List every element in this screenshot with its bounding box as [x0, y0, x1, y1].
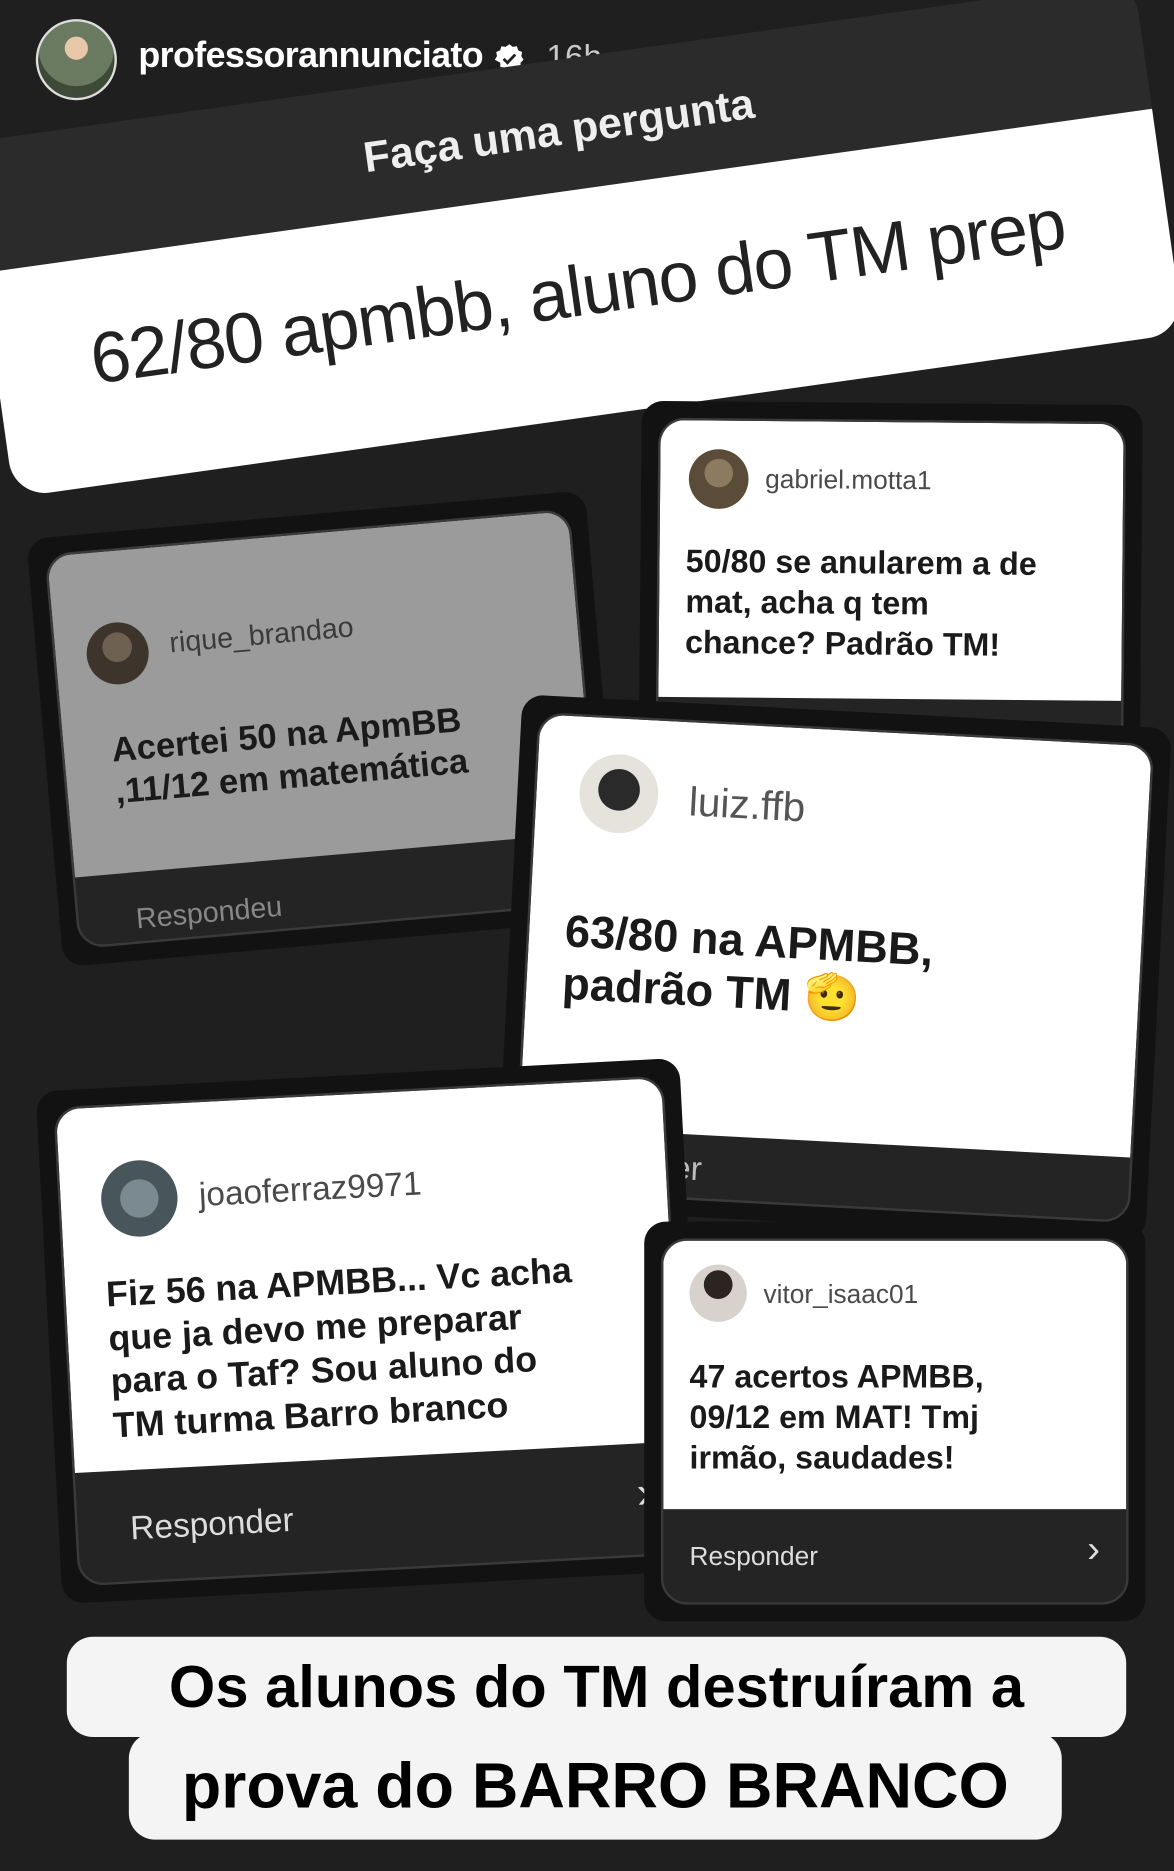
reply-username: vitor_isaac01: [763, 1278, 919, 1309]
avatar: [689, 1264, 747, 1322]
reply-username: gabriel.motta1: [765, 463, 932, 496]
reply-message-line: irmão, saudades!: [689, 1439, 955, 1476]
reply-message-line: 09/12 em MAT! Tmj: [689, 1399, 979, 1435]
reply-username: luiz.ffb: [687, 779, 807, 831]
caption-line-1: Os alunos do TM destruíram a: [66, 1636, 1127, 1738]
chevron-right-icon[interactable]: ›: [1087, 1527, 1100, 1571]
profile-avatar[interactable]: [35, 19, 117, 101]
reply-message-line: 50/80 se anularem a de: [685, 543, 1037, 583]
caption-line-2: prova do BARRO BRANCO: [128, 1732, 1062, 1840]
profile-username[interactable]: professorannunciato: [138, 36, 483, 77]
avatar: [688, 448, 749, 510]
reply-button[interactable]: Responder: [129, 1501, 294, 1548]
reply-message-line: chance? Padrão TM!: [684, 623, 1001, 663]
reply-message-line: 47 acertos APMBB,: [689, 1358, 984, 1395]
reply-card[interactable]: joaoferraz9971 Fiz 56 na APMBB... Vc ach…: [35, 1057, 706, 1604]
reply-button[interactable]: Responder: [690, 1541, 818, 1572]
reply-message-line: mat, acha q tem: [685, 583, 930, 622]
reply-card[interactable]: vitor_isaac01 47 acertos APMBB, 09/12 em…: [644, 1221, 1146, 1622]
reply-status: Respondeu: [134, 890, 284, 936]
